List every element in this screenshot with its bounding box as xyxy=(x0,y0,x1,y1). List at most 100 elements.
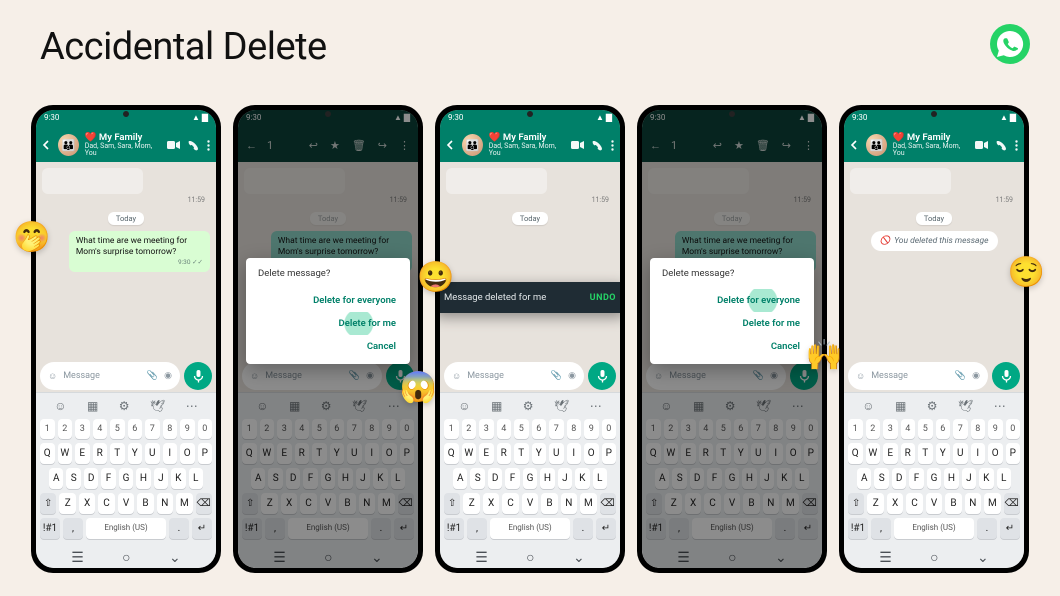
message-input[interactable]: ☺ Message 📎 ◉ xyxy=(40,362,180,390)
key-O[interactable]: O xyxy=(180,443,195,464)
avatar[interactable]: 👪 xyxy=(58,134,79,156)
key-4[interactable]: 4 xyxy=(497,419,512,439)
key-H[interactable]: H xyxy=(540,468,554,489)
nav-home-icon[interactable]: ○ xyxy=(122,551,130,565)
key-⌫[interactable]: ⌫ xyxy=(600,493,616,514)
key-B[interactable]: B xyxy=(945,493,961,514)
message-bubble[interactable]: What time are we meeting for Mom's surpr… xyxy=(69,231,210,272)
keyboard[interactable]: ☺▦⚙🕊⋯ 1234567890 QWERTYUIOP ASDFGHJKL ⇧Z… xyxy=(440,392,620,568)
key-U[interactable]: U xyxy=(549,443,564,464)
key-V[interactable]: V xyxy=(118,493,134,514)
mic-button[interactable] xyxy=(992,362,1020,390)
kb-gif-icon[interactable]: ▦ xyxy=(87,399,98,413)
key-1[interactable]: 1 xyxy=(444,419,459,439)
key-Y[interactable]: Y xyxy=(128,443,143,464)
key-7[interactable]: 7 xyxy=(549,419,564,439)
key-F[interactable]: F xyxy=(101,468,115,489)
key-Z[interactable]: Z xyxy=(463,493,479,514)
key-T[interactable]: T xyxy=(514,443,529,464)
key-M[interactable]: M xyxy=(984,493,1000,514)
keyboard[interactable]: ☺ ▦ ⚙ 🕊 ⋯ 1234567890 QWERTYUIOP ASDFGHJK… xyxy=(36,392,216,568)
key-P[interactable]: P xyxy=(1006,443,1021,464)
chat-header[interactable]: 👪 ❤️ My FamilyDad, Sam, Sara, Mom, You xyxy=(844,128,1024,162)
key-1[interactable]: 1 xyxy=(848,419,863,439)
key-Z[interactable]: Z xyxy=(867,493,883,514)
chat-header[interactable]: 👪 ❤️ My FamilyDad, Sam, Sara, Mom, You xyxy=(440,128,620,162)
key-0[interactable]: 0 xyxy=(602,419,617,439)
key-D[interactable]: D xyxy=(84,468,98,489)
key-⇧[interactable]: ⇧ xyxy=(40,493,56,514)
back-icon[interactable] xyxy=(42,140,52,150)
key-F[interactable]: F xyxy=(505,468,519,489)
key-5[interactable]: 5 xyxy=(514,419,529,439)
key-O[interactable]: O xyxy=(988,443,1003,464)
key-8[interactable]: 8 xyxy=(971,419,986,439)
key-M[interactable]: M xyxy=(580,493,596,514)
key-J[interactable]: J xyxy=(558,468,572,489)
key-N[interactable]: N xyxy=(157,493,173,514)
key-3[interactable]: 3 xyxy=(883,419,898,439)
key-4[interactable]: 4 xyxy=(901,419,916,439)
key-G[interactable]: G xyxy=(523,468,537,489)
key-Q[interactable]: Q xyxy=(848,443,863,464)
delete-for-everyone-button[interactable]: Delete for everyone xyxy=(258,289,398,312)
key-V[interactable]: V xyxy=(522,493,538,514)
key-R[interactable]: R xyxy=(497,443,512,464)
key-X[interactable]: X xyxy=(79,493,95,514)
key-Z[interactable]: Z xyxy=(59,493,75,514)
voice-call-icon[interactable] xyxy=(188,140,199,151)
key-⇧[interactable]: ⇧ xyxy=(848,493,864,514)
key-T[interactable]: T xyxy=(110,443,125,464)
key-3[interactable]: 3 xyxy=(75,419,90,439)
message-input[interactable]: ☺Message📎◉ xyxy=(444,362,584,390)
key-M[interactable]: M xyxy=(176,493,192,514)
key-5[interactable]: 5 xyxy=(918,419,933,439)
key-S[interactable]: S xyxy=(874,468,888,489)
comma-key[interactable]: , xyxy=(63,518,83,539)
period-key[interactable]: . xyxy=(169,518,189,539)
key-L[interactable]: L xyxy=(189,468,203,489)
key-D[interactable]: D xyxy=(892,468,906,489)
kb-emoji-icon[interactable]: ☺ xyxy=(54,399,66,413)
chat-header[interactable]: 👪 ❤️ My Family Dad, Sam, Sara, Mom, You xyxy=(36,128,216,162)
key-P[interactable]: P xyxy=(198,443,213,464)
nav-recent-icon[interactable]: ☰ xyxy=(71,551,84,565)
kb-translate-icon[interactable]: 🕊 xyxy=(150,399,165,413)
key-2[interactable]: 2 xyxy=(462,419,477,439)
key-D[interactable]: D xyxy=(488,468,502,489)
keyboard[interactable]: ☺▦⚙🕊⋯ 1234567890 QWERTYUIOP ASDFGHJKL ⇧Z… xyxy=(844,392,1024,568)
key-3[interactable]: 3 xyxy=(479,419,494,439)
key-R[interactable]: R xyxy=(901,443,916,464)
attach-icon[interactable]: 📎 xyxy=(147,371,158,381)
key-W[interactable]: W xyxy=(58,443,73,464)
key-5[interactable]: 5 xyxy=(110,419,125,439)
cancel-button[interactable]: Cancel xyxy=(662,335,802,358)
key-Y[interactable]: Y xyxy=(936,443,951,464)
key-F[interactable]: F xyxy=(909,468,923,489)
key-L[interactable]: L xyxy=(593,468,607,489)
key-6[interactable]: 6 xyxy=(128,419,143,439)
key-U[interactable]: U xyxy=(145,443,160,464)
key-C[interactable]: C xyxy=(906,493,922,514)
enter-key[interactable]: ↵ xyxy=(192,518,212,539)
key-W[interactable]: W xyxy=(866,443,881,464)
mic-button[interactable] xyxy=(184,362,212,390)
key-Q[interactable]: Q xyxy=(444,443,459,464)
key-K[interactable]: K xyxy=(575,468,589,489)
key-E[interactable]: E xyxy=(479,443,494,464)
emoji-icon[interactable]: ☺ xyxy=(48,371,57,382)
key-H[interactable]: H xyxy=(136,468,150,489)
key-X[interactable]: X xyxy=(483,493,499,514)
key-I[interactable]: I xyxy=(163,443,178,464)
key-J[interactable]: J xyxy=(154,468,168,489)
key-2[interactable]: 2 xyxy=(58,419,73,439)
key-U[interactable]: U xyxy=(953,443,968,464)
key-A[interactable]: A xyxy=(453,468,467,489)
key-L[interactable]: L xyxy=(997,468,1011,489)
more-icon[interactable] xyxy=(207,140,210,151)
key-7[interactable]: 7 xyxy=(145,419,160,439)
key-O[interactable]: O xyxy=(584,443,599,464)
key-⌫[interactable]: ⌫ xyxy=(196,493,212,514)
delete-for-everyone-button[interactable]: Delete for everyone xyxy=(662,289,802,312)
key-I[interactable]: I xyxy=(971,443,986,464)
